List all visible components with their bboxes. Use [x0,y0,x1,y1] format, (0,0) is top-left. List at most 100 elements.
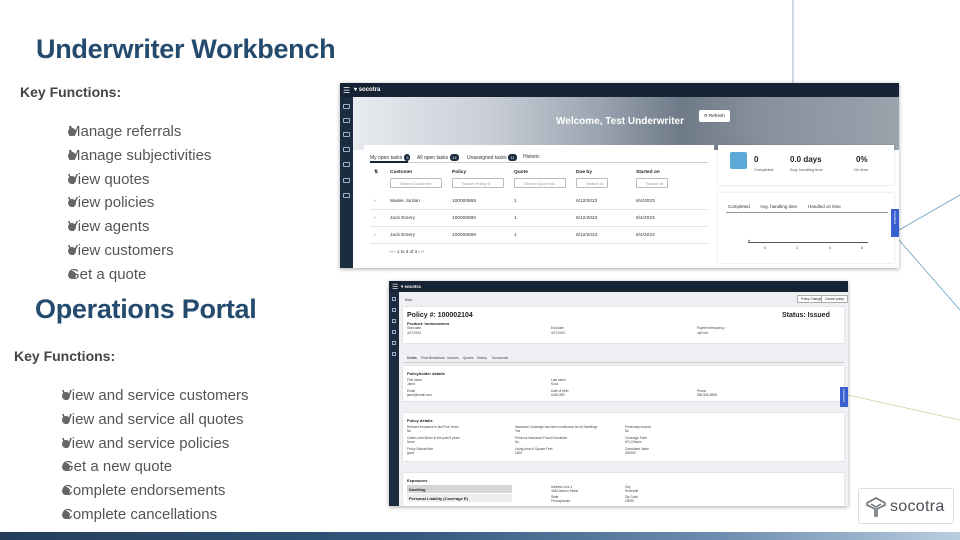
tab-price-breakdown[interactable]: Price Breakdown [421,356,445,360]
stat-handling-label: Avg. handling time [790,167,823,172]
back-link[interactable]: Back [405,298,412,302]
table-cell[interactable]: 100000690 [452,216,476,221]
table-cell[interactable]: Maisie Jordan [390,199,420,204]
field-value: Pennsylvania [551,499,570,503]
cancel-policy-button[interactable]: Cancel policy [821,295,848,303]
field-value: 555-555-5555 [697,393,717,397]
user-icon[interactable] [343,162,350,167]
top-bar: ☰ ▾ socotra [389,281,848,292]
field-value: Yes [515,429,521,433]
hamburger-icon[interactable]: ☰ [392,283,398,291]
stats-panel: 0 Completed 0.0 days Avg. handling time … [718,145,894,185]
feedback-tab[interactable]: Feedback [840,387,848,407]
chart-tab-completed[interactable]: Completed [728,204,750,209]
sort-icon[interactable]: ⇅ [374,170,378,175]
search-due-input[interactable]: Search di [576,178,608,188]
document-icon[interactable] [392,330,396,334]
table-cell[interactable]: Jack Emery [390,233,415,238]
welcome-banner: Welcome, Test Underwriter ⟳ Refresh [353,97,899,150]
stat-completed-value: 0 [754,155,759,164]
tasks-icon[interactable] [343,118,350,123]
chart-tab-ontime[interactable]: Handled on time [808,204,841,209]
tab-invoices[interactable]: Invoices [447,356,459,360]
table-cell: 1 [514,233,517,238]
row-expand-icon[interactable]: › [374,199,376,204]
list-item: View agents [36,215,211,239]
tab-quotes[interactable]: Quotes [463,356,473,360]
table-cell[interactable]: 100000696 [452,233,476,238]
search-started-input[interactable]: Search di [636,178,668,188]
chart-tab-handling[interactable]: Avg. handling time [760,204,797,209]
dollar-icon[interactable] [392,341,396,345]
field-value: 6/18/1987 [551,393,566,397]
row-expand-icon[interactable]: › [374,233,376,238]
refresh-button[interactable]: ⟳ Refresh [699,110,730,122]
next-page-icon[interactable]: › ›› [417,249,424,254]
field-value: 4440 Ashton Street [551,489,579,493]
list-icon[interactable] [343,132,350,137]
chart-tick: 4 [829,245,832,250]
field-value: No [515,440,520,444]
row-divider [370,243,708,244]
hamburger-icon[interactable]: ☰ [343,86,350,95]
tab-history[interactable]: History [477,356,487,360]
tab-documents[interactable]: Documents [492,356,508,360]
logout-icon[interactable] [392,352,396,356]
column-header-policy[interactable]: Policy [452,170,466,175]
home-icon[interactable] [343,104,350,109]
list-item: Complete cancellations [30,503,248,527]
list-icon[interactable] [392,319,396,323]
row-expand-icon[interactable]: › [374,216,376,221]
chart-axis-point: • [748,239,751,245]
dollar-icon[interactable] [343,178,350,183]
search-quote-input[interactable]: Search Quote No [514,178,566,188]
chart-tab-underline [726,212,888,213]
operations-screenshot: ☰ ▾ socotra Back Policy Change Cancel po… [389,281,848,506]
table-cell: 6/12/2023 [576,199,598,204]
exposure-dwelling[interactable]: Dwelling [407,485,512,493]
pagination: ‹‹ ‹ 1 to 3 of 3 › ›› [390,249,425,254]
table-cell[interactable]: Jack Emery [390,216,415,221]
field-value: No [625,429,630,433]
status-badge: Status: Issued [782,312,830,319]
tab-my-open-tasks[interactable]: My open tasks 3 [370,154,411,161]
action-buttons: Policy Change Cancel policy [795,295,848,305]
stat-ontime-label: On time [854,167,869,172]
top-bar: ☰ ▾ socotra [340,83,899,97]
field-label: Refused insurance in last Five Years [407,425,459,429]
tab-all-open-tasks[interactable]: All open tasks 14 [417,154,459,161]
table-cell: 1 [514,216,517,221]
column-header-due-by[interactable]: Due by [576,170,592,175]
search-policy-input[interactable]: Search Policy # [452,178,504,188]
tab-unassigned-tasks[interactable]: Unassigned tasks 11 [467,154,517,161]
table-cell[interactable]: 100000868 [452,199,476,204]
column-header-started-on[interactable]: Started on [636,170,660,175]
operations-title: Operations Portal [35,294,257,324]
operations-key-functions-label: Key Functions: [14,348,116,364]
column-header-quote[interactable]: Quote [514,170,528,175]
feedback-tab[interactable]: Feedback [891,209,899,237]
section-title: Policyholder details [407,371,445,376]
tab-details[interactable]: Details [407,356,417,360]
search-customer-input[interactable]: Search Customer [390,178,442,188]
tasks-panel: My open tasks 3 All open tasks 14 Unassign… [364,145,714,263]
exposure-personal-liability[interactable]: Personal Liability (Coverage E) [407,494,512,502]
table-cell: 6/4/2023 [636,233,655,238]
table-cell: 6/4/2023 [636,199,655,204]
policy-header-card: Policy #: 100002104 Product: homeowners … [403,307,844,343]
home-icon[interactable] [392,297,396,301]
field-value: No [407,429,412,433]
prev-page-icon[interactable]: ‹‹ ‹ [390,249,397,254]
logout-icon[interactable] [343,193,350,198]
chart-tick: 0 [764,245,767,250]
completed-icon [730,152,747,169]
workbench-screenshot: ☰ ▾ socotra Welcome, Test Underwriter ⟳ … [340,83,899,268]
tab-historic[interactable]: Historic [523,154,540,160]
document-icon[interactable] [343,147,350,152]
socotra-logo: ▾ socotra [354,87,381,93]
field-label: Previous Insurance Fraud Conviction [515,436,568,440]
workbench-functions-list: Manage referrals Manage subjectivities V… [36,120,211,287]
tasks-icon[interactable] [392,308,396,312]
field-label: Insurance Coverage has been continuous f… [515,425,598,429]
column-header-customer[interactable]: Customer [390,170,412,175]
